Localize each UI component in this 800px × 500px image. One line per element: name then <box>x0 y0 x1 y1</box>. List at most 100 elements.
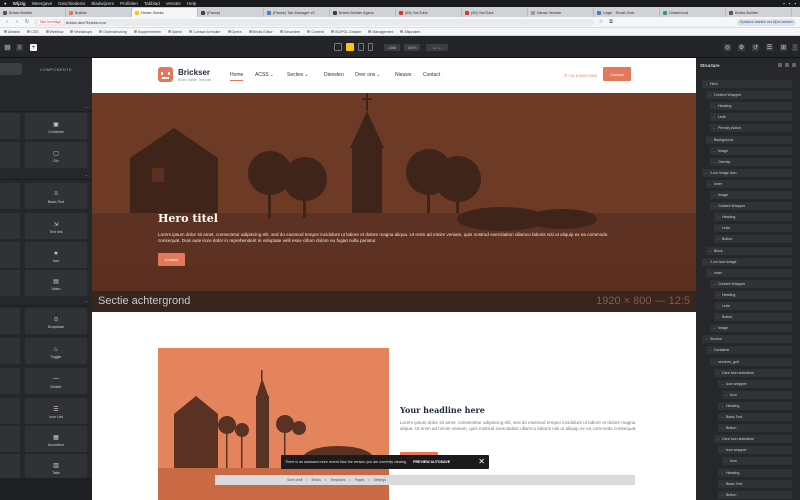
browser-tab[interactable]: Onderhoud <box>660 8 726 17</box>
menu-item[interactable]: Venster <box>166 1 181 6</box>
chevron-down-icon[interactable]: ⌄ <box>713 149 716 153</box>
chevron-down-icon[interactable]: ⌄ <box>721 426 724 430</box>
collapse-all-icon[interactable] <box>785 63 789 67</box>
element-tile[interactable] <box>0 426 20 452</box>
tab-elements[interactable] <box>0 63 22 75</box>
clock-icon[interactable]: ▪ <box>794 1 796 6</box>
element-category[interactable]: ⌄ <box>0 170 92 180</box>
structure-toggle-icon[interactable]: ☰ <box>766 44 773 51</box>
chevron-down-icon[interactable]: ⌄ <box>713 160 716 164</box>
phone-link[interactable]: ✆ +31 6 0000 0000 <box>564 73 597 78</box>
nav-link[interactable]: Over ons⌄ <box>355 72 381 78</box>
brand-name[interactable]: Brickser <box>178 68 210 77</box>
nav-link[interactable]: Secties⌄ <box>287 72 309 78</box>
chevron-down-icon[interactable]: ⌄ <box>713 126 716 130</box>
preview-icon[interactable]: ◎ <box>724 44 731 51</box>
element-tile[interactable] <box>0 113 20 139</box>
structure-node[interactable]: ⌄ Heading <box>718 468 792 477</box>
back-icon[interactable]: ‹ <box>4 19 10 25</box>
structure-node[interactable]: ⌄ Background <box>706 135 792 144</box>
brand-logo-icon[interactable] <box>158 67 173 82</box>
settings-gear-icon[interactable]: ⚙ <box>738 44 745 51</box>
element-tile[interactable]: ⇲ Text link <box>25 213 87 239</box>
chevron-down-icon[interactable]: ⌄ <box>717 315 720 319</box>
add-element-icon[interactable]: + <box>30 44 37 51</box>
element-category[interactable]: ⌄ <box>0 296 92 306</box>
chevron-down-icon[interactable]: ⌄ <box>705 337 708 341</box>
element-tile[interactable] <box>0 142 20 168</box>
hero-section[interactable]: Hero titel Lorem ipsum dolor sit amet, c… <box>92 93 696 312</box>
menu-item[interactable]: Bladwijzers <box>91 1 114 6</box>
element-tile[interactable] <box>0 368 20 394</box>
bookmark-item[interactable]: Content <box>307 30 324 34</box>
structure-node[interactable]: ⌄ Image <box>710 324 792 333</box>
bookmark-item[interactable]: Webflow <box>45 30 63 34</box>
structure-node[interactable]: ⌄ Section <box>702 335 792 344</box>
structure-node[interactable]: ⌄ Basic Text <box>718 413 792 421</box>
chevron-down-icon[interactable]: ⌄ <box>717 371 720 375</box>
bookmark-item[interactable]: Opera <box>227 30 242 34</box>
bookmark-item[interactable]: Management <box>368 30 393 34</box>
structure-node[interactable]: ⌄ Button <box>714 235 792 244</box>
element-tile[interactable]: ≡ Basic Text <box>25 183 87 209</box>
url-field[interactable]: Niet beveiligd bricks.dev/?bricks=run <box>34 18 594 26</box>
battery-icon[interactable]: ▪ <box>789 1 791 6</box>
structure-node[interactable]: ⌄ Heading <box>710 102 792 111</box>
structure-node[interactable]: ⌄ Basic Text <box>718 479 792 488</box>
structure-node[interactable]: ⌄ Overlay <box>710 157 792 166</box>
chevron-down-icon[interactable]: ⌄ <box>713 204 716 208</box>
bookmark-item[interactable]: Workshops <box>70 30 92 34</box>
chevron-down-icon[interactable]: ⌄ <box>717 304 720 308</box>
structure-node[interactable]: ⌄ services_grid <box>710 357 792 366</box>
chevron-down-icon[interactable]: ⌄ <box>713 115 716 119</box>
nav-link[interactable]: Home <box>230 72 244 81</box>
structure-node[interactable]: ⌄ Heading <box>714 290 792 299</box>
chevron-down-icon[interactable]: ⌄ <box>709 182 712 186</box>
chevron-down-icon[interactable]: ⌄ <box>717 437 720 441</box>
chevron-down-icon[interactable]: ⌄ <box>705 260 708 264</box>
browser-tab[interactable]: Bricks Builder Agenc <box>330 8 396 17</box>
structure-node[interactable]: ⌄ Card Icon animation <box>714 435 792 444</box>
chevron-down-icon[interactable]: ⌄ <box>721 493 724 497</box>
structure-node[interactable]: ⌄ Primary Action <box>710 124 792 133</box>
element-tile[interactable] <box>0 308 20 334</box>
status-item[interactable]: Bricks <box>312 478 321 482</box>
menu-item[interactable]: Geschiedenis <box>58 1 85 6</box>
forward-icon[interactable]: › <box>14 19 20 25</box>
element-tile[interactable]: ▤ Video <box>25 270 87 296</box>
chevron-down-icon[interactable]: ⌄ <box>713 193 716 197</box>
status-item[interactable]: Settings <box>374 478 386 482</box>
structure-node[interactable]: ⌄ Icon wrapper <box>718 446 792 455</box>
close-panel-icon[interactable] <box>792 63 796 67</box>
element-tile[interactable]: — Divider <box>25 368 87 394</box>
structure-node[interactable]: ⌄ Button <box>718 490 792 499</box>
chevron-down-icon[interactable]: ⌄ <box>721 482 724 486</box>
chevron-down-icon[interactable]: ⌄ <box>717 237 720 241</box>
browser-tab[interactable]: Login · Email Over <box>594 8 660 17</box>
structure-node[interactable]: ⌄ Heading <box>714 213 792 222</box>
element-tile[interactable] <box>0 270 20 296</box>
bookmark-item[interactable]: Admin <box>167 30 182 34</box>
element-tile[interactable]: ▦ Accordion <box>25 426 87 452</box>
chevron-down-icon[interactable]: ⌄ <box>721 382 724 386</box>
element-tile[interactable]: ▢ Div <box>25 142 87 168</box>
browser-tab[interactable]: Bricks Builder <box>0 8 66 17</box>
bookmark-item[interactable]: Supplementen <box>133 30 161 34</box>
status-item[interactable]: Pages <box>355 478 365 482</box>
hero-contact-button[interactable]: Contact <box>158 253 185 266</box>
chevron-down-icon[interactable]: ⌄ <box>717 293 720 297</box>
extensions-icon[interactable]: ⧉ <box>608 19 614 25</box>
chevron-down-icon[interactable]: ⌄ <box>709 249 712 253</box>
chevron-down-icon[interactable]: ⌄ <box>713 282 716 286</box>
bricks-logo-icon[interactable]: ▤ <box>4 44 11 51</box>
bookmark-star-icon[interactable]: ☆ <box>598 19 604 25</box>
browser-tab[interactable]: Home: Bricks <box>132 8 198 17</box>
element-tile[interactable]: ★ Icon <box>25 242 87 268</box>
nav-link[interactable]: Nieuws <box>395 72 411 78</box>
nav-link[interactable]: ACSS⌄ <box>255 72 274 78</box>
browser-tab[interactable]: Bricks Builder <box>726 8 792 17</box>
structure-node[interactable]: ⌄ Lede <box>714 224 792 233</box>
builder-canvas[interactable]: Brickser Bricks Builder Template Home ACS… <box>92 58 696 500</box>
two-col-section[interactable]: Your headline here Lorem ipsum dolor sit… <box>92 312 696 500</box>
structure-node[interactable]: ⌄ Icon <box>722 390 792 399</box>
